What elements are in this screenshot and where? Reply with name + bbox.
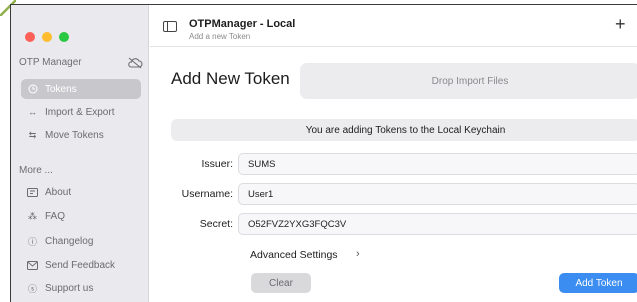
sidebar: OTP Manager Tokens ↔ Import & Export ⇆ M… [11,5,149,302]
secret-label: Secret: [199,218,233,230]
sidebar-toggle-icon[interactable] [163,21,177,32]
info-banner-text: You are adding Tokens to the Local Keych… [305,124,506,136]
sidebar-item-about[interactable]: About [21,182,141,202]
sidebar-item-label: FAQ [45,210,66,222]
move-icon: ⇆ [28,129,37,140]
sidebar-header: OTP Manager [19,57,82,68]
username-field[interactable] [238,183,637,205]
main-content: OTPManager - Local Add a new Token + ≡ A… [150,5,637,302]
arrows-icon: ↔ [28,107,37,117]
card-icon [27,187,38,198]
sidebar-item-label: Changelog [45,235,94,247]
secret-field[interactable] [238,213,637,235]
sidebar-item-move-tokens[interactable]: ⇆ Move Tokens [21,125,141,145]
sidebar-item-import-export[interactable]: ↔ Import & Export [21,102,141,122]
mail-icon [27,260,38,271]
chevron-right-icon[interactable]: › [356,248,360,260]
username-label: Username: [181,188,233,200]
sidebar-item-faq[interactable]: ⁂ FAQ [21,206,141,226]
sidebar-item-label: About [45,186,72,198]
info-banner: You are adding Tokens to the Local Keych… [171,119,637,141]
issuer-label: Issuer: [201,158,233,170]
minimize-window-button[interactable] [42,32,52,42]
drop-import-zone[interactable]: Drop Import Files [300,63,637,99]
clock-icon [27,84,38,95]
sidebar-item-label: Support us [45,282,94,294]
sidebar-item-label: Import & Export [45,106,115,118]
sidebar-item-label: Move Tokens [45,129,104,141]
title-bar: OTPManager - Local Add a new Token + ≡ [150,5,637,47]
cloud-off-icon[interactable] [127,57,143,69]
app-window: OTP Manager Tokens ↔ Import & Export ⇆ M… [10,4,637,302]
sidebar-item-tokens[interactable]: Tokens [21,79,141,99]
sidebar-more-header: More ... [19,165,53,176]
sidebar-item-changelog[interactable]: ⓘ Changelog [21,231,141,251]
add-icon[interactable]: + [615,15,626,33]
advanced-settings-toggle[interactable]: Advanced Settings [250,249,338,261]
info-icon: ⓘ [27,236,37,247]
zoom-window-button[interactable] [59,32,69,42]
sidebar-item-label: Send Feedback [45,259,116,271]
page-title: Add New Token [171,69,290,88]
window-controls [25,32,69,42]
add-token-button[interactable]: Add Token [559,273,637,293]
window-subtitle: Add a new Token [189,32,251,41]
drop-zone-label: Drop Import Files [431,75,509,87]
issuer-field[interactable] [238,153,637,175]
sidebar-item-support-us[interactable]: ⓢ Support us [21,278,141,298]
sidebar-item-send-feedback[interactable]: Send Feedback [21,255,141,275]
faq-icon: ⁂ [28,210,37,221]
clear-button[interactable]: Clear [251,273,311,293]
support-icon: ⓢ [27,283,37,294]
close-window-button[interactable] [25,32,35,42]
sidebar-item-label: Tokens [45,83,77,95]
window-title: OTPManager - Local [189,18,296,30]
